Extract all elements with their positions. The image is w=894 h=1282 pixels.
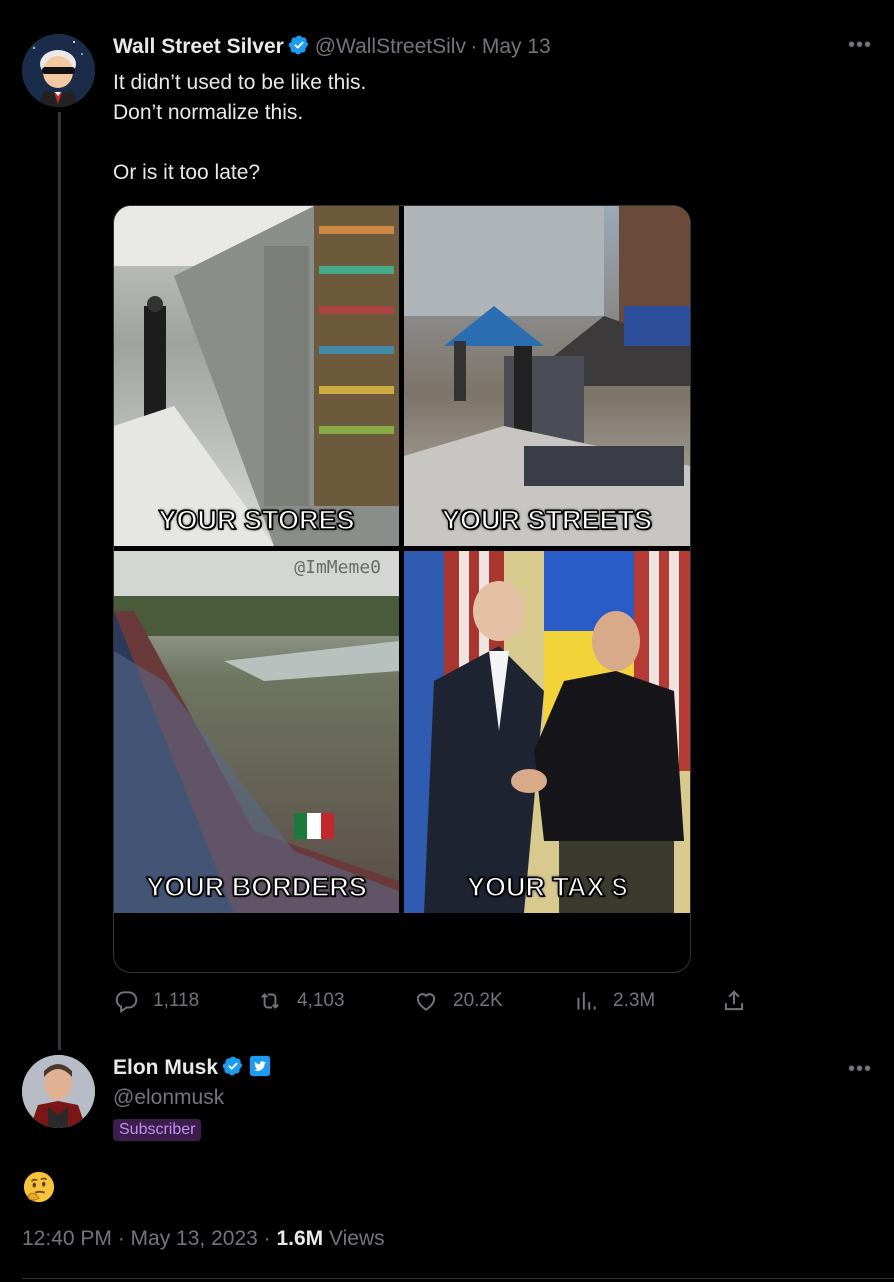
thinking-face-emoji-icon (23, 1171, 55, 1203)
reply-icon (115, 991, 138, 1014)
retweet-icon (261, 993, 279, 1009)
tweet-timestamp[interactable]: 12:40 PM · May 13, 2023 · (22, 1227, 276, 1250)
caption-borders: YOUR BORDERS (145, 871, 367, 903)
more-options-icon[interactable]: ••• (848, 34, 872, 57)
author-handle[interactable]: @WallStreetSilv (315, 35, 466, 58)
share-button[interactable] (721, 988, 747, 1014)
retweet-button[interactable]: 4,103 (257, 988, 345, 1014)
tweet-media-image[interactable]: YOUR STORES YOUR STREETS @ImMeme0 YOUR B… (113, 205, 691, 973)
share-icon (724, 990, 744, 1011)
like-button[interactable]: 20.2K (413, 988, 503, 1014)
caption-streets: YOUR STREETS (441, 504, 653, 536)
author-name[interactable]: Wall Street Silver (113, 35, 284, 58)
like-count: 20.2K (453, 990, 503, 1011)
separator-dot: · (470, 35, 478, 58)
tweet2-header: Elon Musk (113, 1055, 271, 1080)
media-panel-borders: @ImMeme0 YOUR BORDERS (114, 551, 399, 913)
tweet-timestamp-row: 12:40 PM · May 13, 2023 · 1.6M Views (22, 1227, 385, 1251)
divider (22, 1278, 894, 1279)
verified-badge-icon (288, 35, 309, 55)
author-handle-2[interactable]: @elonmusk (113, 1086, 224, 1110)
elonmusk-avatar[interactable] (22, 1055, 95, 1128)
media-watermark: @ImMeme0 (294, 557, 381, 578)
tweet1-header: Wall Street Silver @WallStreetSilv · May… (113, 34, 551, 59)
media-panel-stores: YOUR STORES (114, 206, 399, 546)
heart-icon (416, 993, 436, 1011)
author-name-2[interactable]: Elon Musk (113, 1056, 218, 1079)
tweet-action-bar: 1,118 4,103 20.2K 2.3M (113, 988, 763, 1024)
reply-button[interactable]: 1,118 (113, 988, 199, 1014)
media-panel-tax: YOUR TAX $ (404, 551, 690, 913)
views-label: Views (323, 1227, 385, 1250)
reply-count: 1,118 (153, 990, 200, 1011)
wallstreetsilver-avatar[interactable] (22, 34, 95, 107)
tweet-text: It didn’t used to be like this. Don’t no… (113, 71, 367, 184)
views-button[interactable]: 2.3M (573, 988, 655, 1014)
caption-tax: YOUR TAX $ (466, 871, 628, 903)
tweet-date[interactable]: May 13 (482, 35, 551, 58)
views-total: 1.6M (276, 1227, 324, 1250)
thread-connector-line (58, 112, 61, 1050)
verified-badge-icon (223, 1056, 243, 1076)
analytics-icon (577, 992, 596, 1010)
subscriber-badge[interactable]: Subscriber (113, 1119, 202, 1141)
retweet-count: 4,103 (297, 990, 345, 1011)
media-panel-streets: YOUR STREETS (404, 206, 690, 546)
caption-stores: YOUR STORES (158, 504, 356, 536)
views-count: 2.3M (613, 990, 656, 1011)
twitter-affiliate-badge-icon (249, 1055, 271, 1077)
more-options-icon-2[interactable]: ••• (848, 1058, 872, 1081)
